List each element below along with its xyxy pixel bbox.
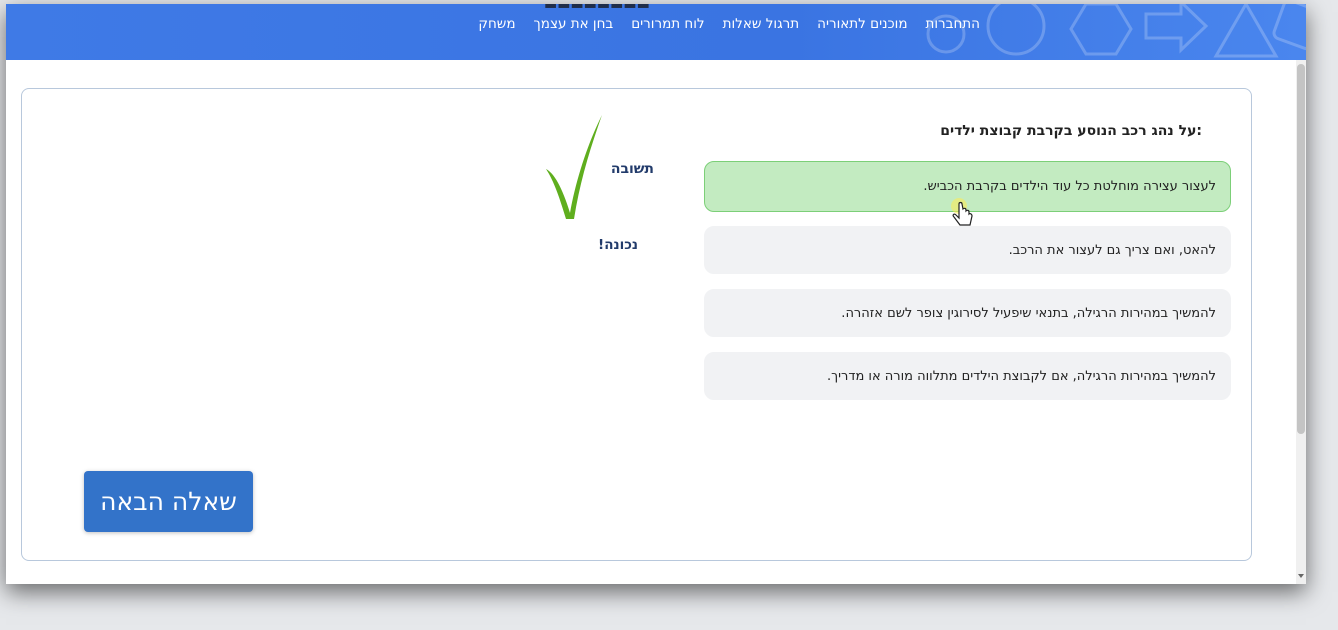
cut-off-site-title: ▬▬▬▬▬▬▬▬ <box>544 4 744 9</box>
question-card: :על נהג רכב הנוסע בקרבת קבוצת ילדים תשוב… <box>21 88 1252 561</box>
road-signs-decoration-icon <box>926 4 1306 58</box>
answer-text: .להאט, ואם צריך גם לעצור את הרכב <box>1008 242 1216 258</box>
nav-item-practice-questions[interactable]: תרגול שאלות <box>723 16 800 32</box>
next-question-button[interactable]: שאלה הבאה <box>84 471 253 532</box>
nav-item-game[interactable]: משחק <box>478 16 515 32</box>
main-nav: משחק בחן את עצמך לוח תמרורים תרגול שאלות… <box>478 16 980 32</box>
nav-item-road-signs[interactable]: לוח תמרורים <box>631 16 704 32</box>
answer-text: .לעצור עצירה מוחלטת כל עוד הילדים בקרבת … <box>923 179 1216 194</box>
answer-text: .להמשיך במהירות הרגילה, בתנאי שיפעיל לסי… <box>841 305 1216 321</box>
scrollbar-thumb[interactable] <box>1297 64 1305 434</box>
top-navigation-bar: ▬▬▬▬▬▬▬▬ משחק בחן את עצמך לוח תמרורים תר… <box>6 4 1306 60</box>
nav-item-login[interactable]: התחברות <box>926 16 981 32</box>
result-status: !נכונה <box>598 237 638 253</box>
browser-viewport: ▬▬▬▬▬▬▬▬ משחק בחן את עצמך לוח תמרורים תר… <box>6 4 1306 584</box>
nav-item-test-yourself[interactable]: בחן את עצמך <box>534 16 614 32</box>
answer-option-1-selected-correct[interactable]: .לעצור עצירה מוחלטת כל עוד הילדים בקרבת … <box>704 161 1231 226</box>
vertical-scrollbar[interactable] <box>1296 60 1306 584</box>
scroll-down-arrow-icon[interactable] <box>1298 574 1304 578</box>
answer-option-2[interactable]: .להאט, ואם צריך גם לעצור את הרכב <box>704 226 1231 274</box>
nav-item-ready-for-theory[interactable]: מוכנים לתאוריה <box>817 16 907 32</box>
answer-text: .להמשיך במהירות הרגילה, אם לקבוצת הילדים… <box>826 368 1216 384</box>
answer-option-3[interactable]: .להמשיך במהירות הרגילה, בתנאי שיפעיל לסי… <box>704 289 1231 337</box>
answer-list: .לעצור עצירה מוחלטת כל עוד הילדים בקרבת … <box>704 161 1231 415</box>
answer-option-4[interactable]: .להמשיך במהירות הרגילה, אם לקבוצת הילדים… <box>704 352 1231 400</box>
question-text: :על נהג רכב הנוסע בקרבת קבוצת ילדים <box>940 123 1202 139</box>
result-label: תשובה <box>610 161 654 177</box>
